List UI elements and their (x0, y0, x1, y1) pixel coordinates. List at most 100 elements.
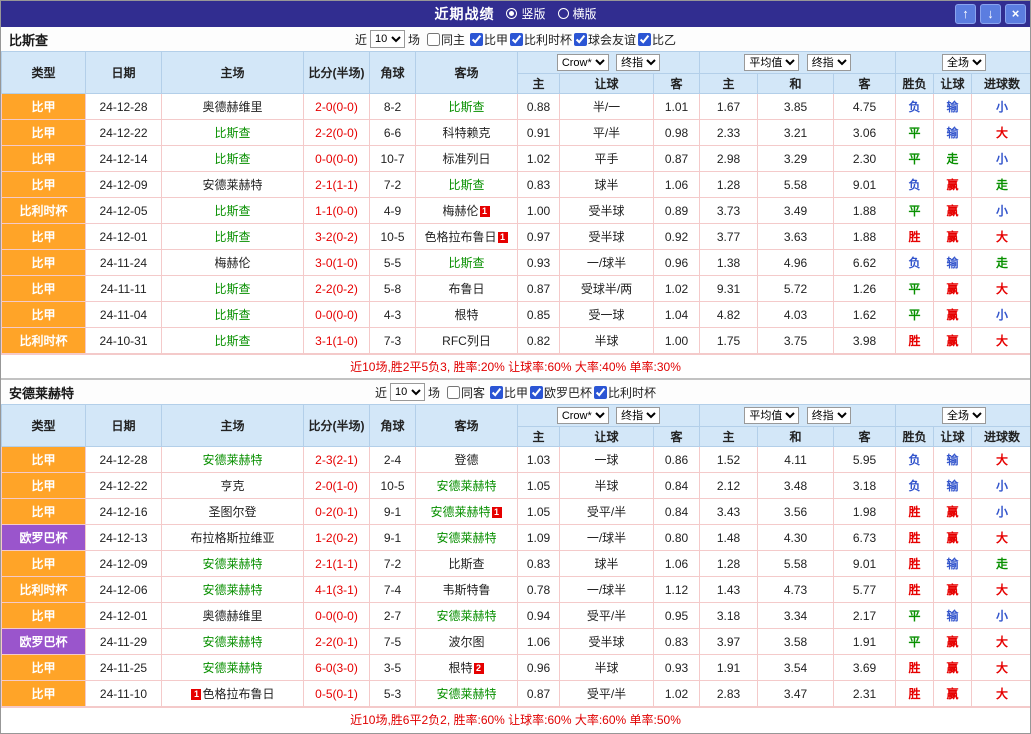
cell-handicap-result: 赢 (934, 302, 972, 328)
cell-date: 24-11-11 (86, 276, 162, 302)
recent-count-select[interactable]: 10 (370, 30, 405, 48)
team-name: 安德莱赫特 (9, 383, 74, 402)
cell-away-team: 梅赫伦1 (416, 198, 518, 224)
cell-date: 24-11-04 (86, 302, 162, 328)
cell-eu-away-odds: 1.98 (834, 499, 896, 525)
league-filter-checkbox[interactable]: 球会友谊 (574, 31, 636, 48)
cell-goals-result: 大 (972, 276, 1031, 302)
cell-corners: 3-5 (370, 655, 416, 681)
cell-competition: 欧罗巴杯 (2, 629, 86, 655)
cell-goals-result: 大 (972, 577, 1031, 603)
cell-home-team: 亨克 (162, 473, 304, 499)
checkbox-label: 比利时杯 (524, 31, 572, 48)
same-venue-checkbox[interactable]: 同客 (447, 384, 485, 401)
checkbox-input[interactable] (594, 386, 607, 399)
league-filter-checkbox[interactable]: 比甲 (470, 31, 508, 48)
team-link: 安德莱赫特 (436, 479, 496, 493)
checkbox-input[interactable] (490, 386, 503, 399)
col-header-score: 比分(半场) (304, 52, 370, 94)
checkbox-label: 比利时杯 (608, 384, 656, 401)
team-link: 梅赫伦 (442, 204, 478, 218)
scroll-down-button[interactable]: ↓ (980, 4, 1001, 24)
cell-goals-result: 走 (972, 551, 1031, 577)
same-venue-checkbox-input[interactable] (447, 386, 460, 399)
cell-score: 3-0(1-0) (304, 250, 370, 276)
league-filter-checkbox[interactable]: 比甲 (490, 384, 528, 401)
cell-handicap-result: 输 (934, 473, 972, 499)
checkbox-input[interactable] (530, 386, 543, 399)
cell-ah-home-odds: 0.97 (518, 224, 560, 250)
layout-radio-group: 竖版横版 (494, 5, 596, 24)
cell-eu-draw-odds: 3.58 (758, 629, 834, 655)
table-row: 比甲24-11-25安德莱赫特6-0(3-0)3-5根特20.96半球0.931… (2, 655, 1031, 681)
checkbox-input[interactable] (470, 33, 483, 46)
close-button[interactable]: × (1005, 4, 1026, 24)
league-filter-checkbox[interactable]: 比乙 (638, 31, 676, 48)
scope-select[interactable]: 全场 (942, 407, 986, 424)
cell-date: 24-12-01 (86, 224, 162, 250)
table-row: 比甲24-12-01比斯查3-2(0-2)10-5色格拉布鲁日10.97受半球0… (2, 224, 1031, 250)
cell-goals-result: 大 (972, 224, 1031, 250)
cell-goals-result: 小 (972, 94, 1031, 120)
cell-ah-away-odds: 1.01 (654, 94, 700, 120)
cell-away-team: 比斯查 (416, 94, 518, 120)
summary-bar: 近10场,胜2平5负3, 胜率:20% 让球率:60% 大率:40% 单率:30… (1, 354, 1030, 378)
cell-date: 24-12-22 (86, 120, 162, 146)
cell-date: 24-12-28 (86, 447, 162, 473)
league-filter-checkbox[interactable]: 比利时杯 (594, 384, 656, 401)
league-filter-checkbox[interactable]: 比利时杯 (510, 31, 572, 48)
col-header-corner: 角球 (370, 52, 416, 94)
avg-select[interactable]: 平均值 (744, 407, 799, 424)
checkbox-input[interactable] (510, 33, 523, 46)
cell-eu-home-odds: 3.18 (700, 603, 758, 629)
cell-date: 24-12-06 (86, 577, 162, 603)
odds-stage-select[interactable]: 终指 (616, 54, 660, 71)
cell-eu-home-odds: 3.73 (700, 198, 758, 224)
scope-select[interactable]: 全场 (942, 54, 986, 71)
odds-company-select[interactable]: Crow* (557, 54, 609, 71)
avg-stage-select[interactable]: 终指 (807, 54, 851, 71)
cell-home-team: 比斯查 (162, 224, 304, 250)
layout-radio-option[interactable]: 横版 (558, 5, 597, 22)
team-link: 安德莱赫特 (202, 635, 262, 649)
same-venue-checkbox-input[interactable] (427, 33, 440, 46)
odds-company-select[interactable]: Crow* (557, 407, 609, 424)
cell-eu-draw-odds: 3.29 (758, 146, 834, 172)
cell-ah-away-odds: 0.95 (654, 603, 700, 629)
cell-goals-result: 大 (972, 120, 1031, 146)
cell-goals-result: 大 (972, 655, 1031, 681)
avg-stage-select[interactable]: 终指 (807, 407, 851, 424)
cell-home-team: 奥德赫维里 (162, 603, 304, 629)
cell-date: 24-12-14 (86, 146, 162, 172)
cell-away-team: 根特 (416, 302, 518, 328)
cell-eu-away-odds: 1.26 (834, 276, 896, 302)
cell-result: 平 (896, 302, 934, 328)
cell-eu-draw-odds: 5.58 (758, 551, 834, 577)
layout-radio-selected[interactable]: 竖版 (506, 5, 545, 22)
avg-select[interactable]: 平均值 (744, 54, 799, 71)
cell-result: 胜 (896, 681, 934, 707)
cell-corners: 10-7 (370, 146, 416, 172)
checkbox-input[interactable] (638, 33, 651, 46)
cell-corners: 4-3 (370, 302, 416, 328)
cell-result: 胜 (896, 499, 934, 525)
cell-score: 0-0(0-0) (304, 146, 370, 172)
checkbox-input[interactable] (574, 33, 587, 46)
team-link: 圣图尔登 (208, 505, 256, 519)
league-filter-checkbox[interactable]: 欧罗巴杯 (530, 384, 592, 401)
cell-handicap-result: 输 (934, 551, 972, 577)
recent-count-select[interactable]: 10 (390, 383, 425, 401)
same-venue-checkbox[interactable]: 同主 (427, 31, 465, 48)
cell-eu-draw-odds: 3.47 (758, 681, 834, 707)
cell-corners: 4-9 (370, 198, 416, 224)
cell-competition: 比甲 (2, 120, 86, 146)
cell-date: 24-12-01 (86, 603, 162, 629)
cell-eu-draw-odds: 4.30 (758, 525, 834, 551)
cell-eu-draw-odds: 4.96 (758, 250, 834, 276)
cell-score: 3-2(0-2) (304, 224, 370, 250)
col-header-ah-away: 客 (654, 427, 700, 447)
odds-stage-select[interactable]: 终指 (616, 407, 660, 424)
cell-ah-line: 平/半 (560, 120, 654, 146)
scroll-up-button[interactable]: ↑ (955, 4, 976, 24)
cell-ah-line: 球半 (560, 551, 654, 577)
